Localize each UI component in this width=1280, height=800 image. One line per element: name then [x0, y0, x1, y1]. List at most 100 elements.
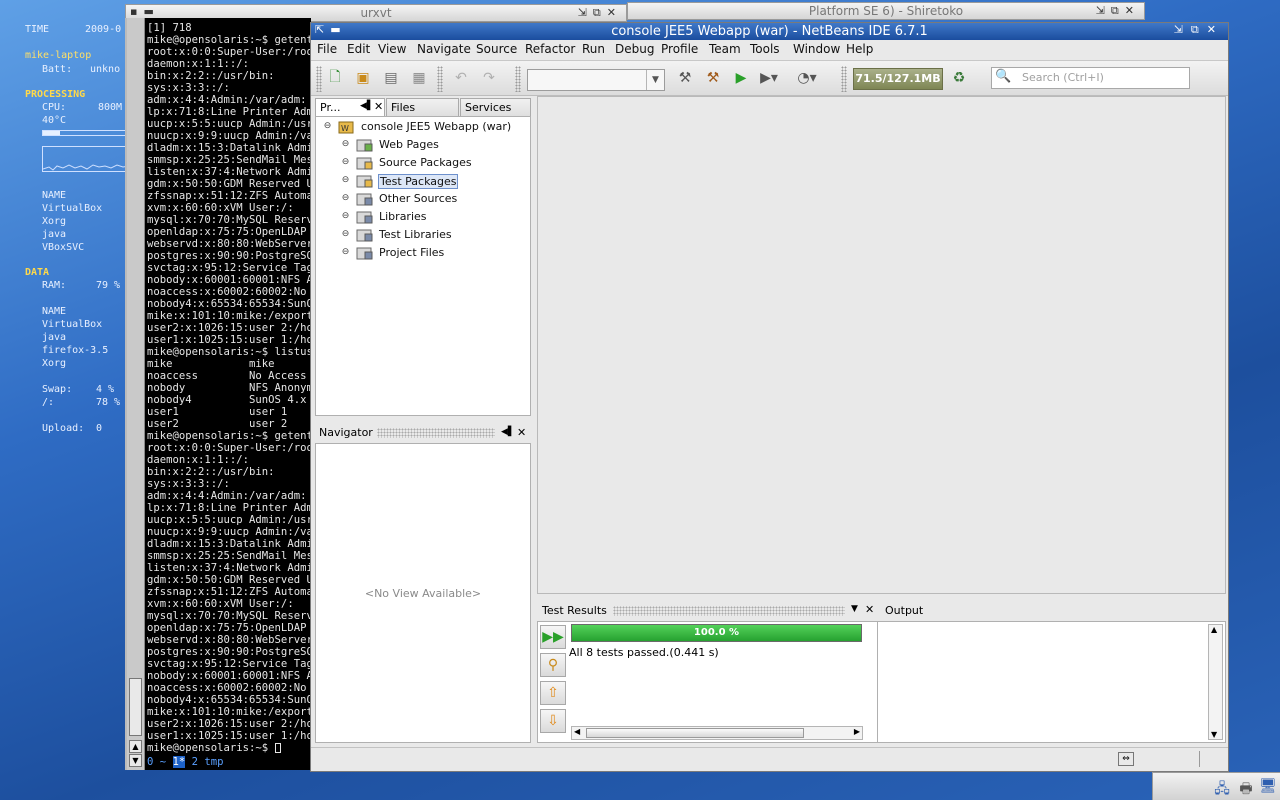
terminal-line: nobody NFS Anonymo [147, 382, 311, 394]
close-icon[interactable]: ✕ [517, 426, 526, 439]
rerun-tests-icon[interactable]: ▶▶ [540, 625, 566, 649]
clean-build-icon[interactable]: ⚒ [703, 68, 723, 88]
menu-refactor[interactable]: Refactor [525, 42, 575, 56]
tree-node[interactable]: ⊖ Test Packages [340, 174, 520, 190]
tree-node[interactable]: ⊖ Other Sources [340, 192, 520, 208]
proc-item: firefox-3.5 [42, 345, 109, 356]
terminal-line: smmsp:x:25:25:SendMail Mess [147, 550, 311, 562]
menu-tools[interactable]: Tools [750, 42, 780, 56]
tree-node[interactable]: ⊖ Source Packages [340, 156, 520, 172]
garbage-collect-icon[interactable]: ♻ [949, 68, 969, 88]
build-icon[interactable]: ⚒ [675, 68, 695, 88]
menu-help[interactable]: Help [846, 42, 873, 56]
horizontal-scrollbar[interactable]: ◀ ▶ [571, 726, 863, 740]
new-file-icon[interactable]: 🗋 [325, 68, 345, 88]
undo-icon[interactable]: ↶ [451, 68, 471, 88]
filter-icon[interactable]: ⚲ [540, 653, 566, 677]
quick-search-input[interactable]: 🔍 Search (Ctrl+I) [991, 67, 1190, 89]
cpu-graph [42, 146, 128, 172]
tab-projects[interactable]: Pr... ◀▌ ✕ [315, 98, 385, 117]
menu-profile[interactable]: Profile [661, 42, 698, 56]
open-project-icon[interactable]: ▤ [381, 68, 401, 88]
scroll-down-icon[interactable]: ▼ [1211, 730, 1217, 739]
save-all-icon[interactable]: ▦ [409, 68, 429, 88]
batt-value: unkno [90, 64, 121, 75]
terminal-window[interactable]: ▲ ▼ [1] 718 mike@opensolaris:~$ getent ro… [125, 18, 311, 770]
debug-icon[interactable]: ▶▾ [759, 68, 779, 88]
tree-node[interactable]: ⊖ Test Libraries [340, 228, 520, 244]
source-packages-icon [356, 156, 374, 171]
next-failure-icon[interactable]: ⇩ [540, 709, 566, 733]
expand-icon[interactable]: ⊖ [340, 139, 351, 150]
minimize-icon[interactable]: ◀▌ [360, 101, 374, 111]
menu-source[interactable]: Source [476, 42, 517, 56]
scroll-right-icon[interactable]: ▶ [854, 727, 860, 736]
redo-icon[interactable]: ↷ [479, 68, 499, 88]
expand-icon[interactable]: ⊖ [340, 175, 351, 186]
scroll-down-icon[interactable]: ▼ [129, 754, 142, 767]
scroll-up-icon[interactable]: ▲ [129, 740, 142, 753]
expand-icon[interactable]: ⊖ [340, 193, 351, 204]
tab-services[interactable]: Services [460, 98, 531, 117]
scroll-thumb[interactable] [129, 678, 142, 736]
search-icon[interactable]: 🔍 [995, 69, 1011, 84]
run-icon[interactable]: ▶ [731, 68, 751, 88]
tree-node[interactable]: ⊖ Project Files [340, 246, 520, 262]
configuration-select[interactable]: ▼ [527, 69, 665, 91]
terminal-line: [1] 718 [147, 22, 192, 34]
window-controls[interactable]: ⇲⧉✕ [1096, 4, 1140, 18]
close-icon[interactable]: ✕ [374, 100, 383, 113]
menu-view[interactable]: View [378, 42, 406, 56]
toolbar-grip[interactable] [841, 66, 847, 92]
expand-icon[interactable]: ⊖ [340, 157, 351, 168]
close-icon[interactable]: ✕ [865, 603, 874, 616]
dropdown-icon[interactable]: ▼ [851, 604, 858, 614]
tree-node[interactable]: ⊖ Libraries [340, 210, 520, 226]
tree-node[interactable]: ⊖ Web Pages [340, 138, 520, 154]
scroll-left-icon[interactable]: ◀ [574, 727, 580, 736]
toolbar-grip[interactable] [437, 66, 443, 92]
menu-window[interactable]: Window [793, 42, 840, 56]
project-root-node[interactable]: ⊖ W console JEE5 Webapp (war) [322, 120, 527, 136]
memory-indicator[interactable]: 71.5/127.1MB [853, 68, 943, 90]
collapse-icon[interactable]: ⊖ [322, 121, 333, 132]
menu-edit[interactable]: Edit [347, 42, 370, 56]
expand-icon[interactable]: ⊖ [340, 247, 351, 258]
menu-team[interactable]: Team [709, 42, 741, 56]
scroll-up-icon[interactable]: ▲ [1211, 625, 1217, 634]
terminal-scrollbar[interactable]: ▲ ▼ [127, 18, 145, 770]
terminal-line: sys:x:3:3::/: [147, 82, 230, 94]
root-fs-value: 78 % [96, 397, 121, 408]
data-heading: DATA [25, 267, 50, 278]
window-controls[interactable]: ⇲⧉✕ [1174, 23, 1224, 37]
tab-files[interactable]: Files [386, 98, 459, 117]
minimize-icon[interactable]: ◀▌ [501, 427, 515, 437]
root-fs-label: /: [42, 397, 55, 408]
network-icon[interactable]: 🖧 [1213, 778, 1231, 797]
menu-debug[interactable]: Debug [615, 42, 654, 56]
expand-icon[interactable]: ⊖ [340, 211, 351, 222]
firefox-titlebar[interactable]: Platform SE 6) - Shiretoko ⇲⧉✕ [627, 2, 1145, 20]
editor-area[interactable] [537, 96, 1226, 594]
menu-run[interactable]: Run [582, 42, 605, 56]
menu-navigate[interactable]: Navigate [417, 42, 471, 56]
terminal-line: postgres:x:90:90:PostgreSQL [147, 646, 311, 658]
window-controls[interactable]: ⇲⧉✕ [578, 6, 622, 20]
printer-icon[interactable]: 🖶 [1237, 778, 1255, 797]
expand-icon[interactable]: ⊖ [340, 229, 351, 240]
display-icon[interactable]: 🖥 [1259, 778, 1277, 796]
profile-icon[interactable]: ◔▾ [797, 68, 817, 88]
previous-failure-icon[interactable]: ⇧ [540, 681, 566, 705]
insert-mode-icon[interactable]: ⇔ [1118, 752, 1134, 766]
terminal-line: user1:x:1025:15:user 1:/hom [147, 334, 311, 346]
web-pages-icon [356, 138, 374, 153]
menu-file[interactable]: File [317, 42, 337, 56]
new-project-icon[interactable]: ▣ [353, 68, 373, 88]
scroll-thumb[interactable] [586, 728, 804, 738]
output-vertical-scrollbar[interactable]: ▲ ▼ [1208, 624, 1223, 740]
netbeans-titlebar[interactable]: ⇱▬ console JEE5 Webapp (war) - NetBeans … [311, 23, 1228, 40]
batt-label: Batt: [42, 64, 73, 75]
chevron-down-icon[interactable]: ▼ [646, 70, 664, 90]
toolbar-grip[interactable] [515, 66, 521, 92]
toolbar-grip[interactable] [316, 66, 322, 92]
